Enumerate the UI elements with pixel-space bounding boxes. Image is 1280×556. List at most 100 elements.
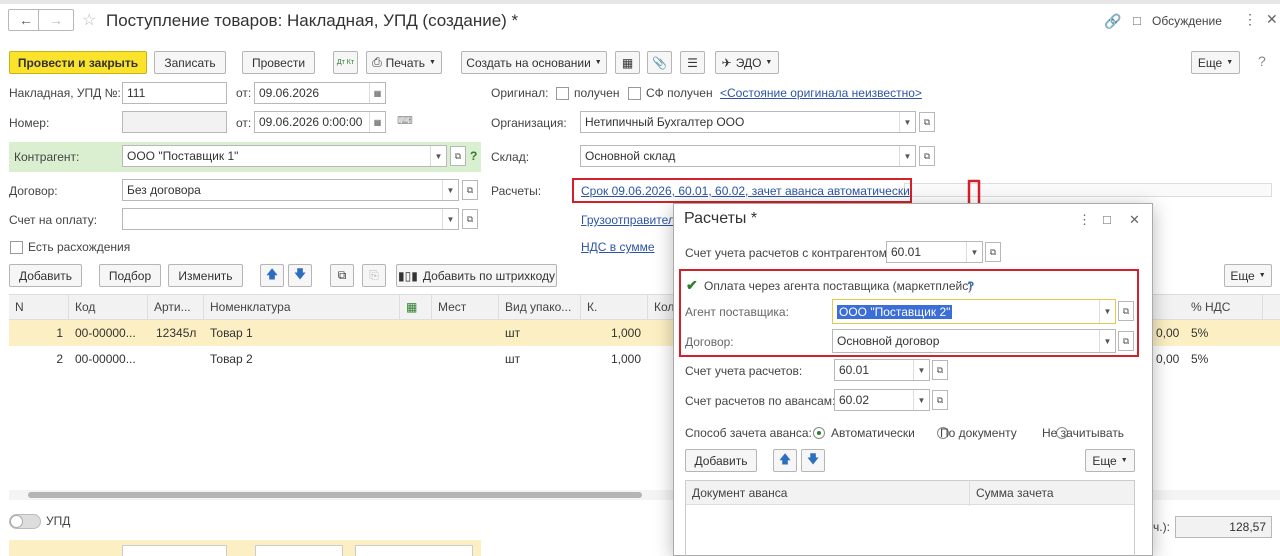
close-icon[interactable]: ✕ xyxy=(1129,212,1140,228)
calendar-icon[interactable]: ▦ xyxy=(369,112,385,132)
chevron-down-icon[interactable]: ▼ xyxy=(1099,330,1115,352)
add-row-button[interactable]: Добавить xyxy=(9,264,82,287)
agent-checkbox[interactable]: ✔ xyxy=(686,277,698,294)
chevron-down-icon[interactable]: ▼ xyxy=(966,242,982,262)
column-header-k[interactable]: К. xyxy=(581,294,648,320)
open-icon[interactable]: ⧉ xyxy=(462,180,478,200)
chevron-down-icon[interactable]: ▼ xyxy=(1099,300,1115,323)
column-header-icon[interactable]: ▦ xyxy=(400,294,432,320)
column-header-offset-sum[interactable]: Сумма зачета xyxy=(970,480,1134,506)
settlements-link[interactable]: Срок 09.06.2026, 60.01, 60.02, зачет ава… xyxy=(581,184,910,198)
edit-button[interactable]: Изменить xyxy=(168,264,243,287)
open-icon[interactable]: ⧉ xyxy=(1118,301,1134,321)
open-icon[interactable]: ⧉ xyxy=(985,242,1001,262)
move-down-icon[interactable]: 🡇 xyxy=(801,449,825,472)
open-icon[interactable]: ⧉ xyxy=(932,390,948,410)
maximize-icon[interactable]: □ xyxy=(1103,212,1111,227)
column-header-nomenclature[interactable]: Номенклатура xyxy=(204,294,400,320)
bottom-field[interactable] xyxy=(122,545,227,556)
column-header-places[interactable]: Мест xyxy=(432,294,499,320)
bottom-field[interactable] xyxy=(255,545,343,556)
edo-button[interactable]: ✈ ЭДО ▼ xyxy=(715,51,779,74)
star-icon[interactable]: ☆ xyxy=(82,10,96,30)
move-down-icon[interactable]: 🡇 xyxy=(288,264,312,287)
structure-icon[interactable]: ▦ xyxy=(615,51,640,74)
number-date-field[interactable]: 09.06.2026 0:00:00 ▦ xyxy=(254,111,386,133)
link-icon[interactable]: 🔗 xyxy=(1104,13,1121,30)
cell-name: Товар 1 xyxy=(210,326,253,340)
organization-field[interactable]: Нетипичный Бухгалтер ООО ▼ xyxy=(580,111,916,133)
settle-account-field[interactable]: 60.01 ▼ xyxy=(834,359,930,381)
attachment-icon[interactable]: 📎 xyxy=(647,51,672,74)
scrollbar-thumb[interactable] xyxy=(28,492,642,498)
move-up-icon[interactable]: 🡅 xyxy=(773,449,797,472)
discussion-link[interactable]: Обсуждение xyxy=(1152,14,1222,28)
help-icon[interactable]: ? xyxy=(470,149,477,163)
save-button[interactable]: Записать xyxy=(154,51,226,74)
number-field[interactable] xyxy=(122,111,227,133)
column-header-advance-doc[interactable]: Документ аванса xyxy=(686,480,970,506)
document-list-icon[interactable]: ☰ xyxy=(680,51,705,74)
column-header-n[interactable]: N xyxy=(9,294,69,320)
open-icon[interactable]: ⧉ xyxy=(919,146,935,166)
open-icon[interactable]: ⧉ xyxy=(932,360,948,380)
counterparty-field[interactable]: ООО "Поставщик 1" ▼ xyxy=(122,145,447,167)
invoice-number-field[interactable]: 111 xyxy=(122,82,227,104)
menu-dots-icon[interactable]: ⋮ xyxy=(1078,212,1091,228)
vat-link[interactable]: НДС в сумме xyxy=(581,240,655,254)
create-based-button[interactable]: Создать на основании ▼ xyxy=(461,51,607,74)
consignor-link[interactable]: Грузоотправител xyxy=(581,213,675,227)
advance-account-field[interactable]: 60.02 ▼ xyxy=(834,389,930,411)
table-more-button[interactable]: Еще ▼ xyxy=(1224,264,1272,287)
add-by-barcode-button[interactable]: ▮▯▮ Добавить по штрихкоду xyxy=(396,264,557,287)
pay-account-field[interactable]: ▼ xyxy=(122,208,459,230)
open-icon[interactable]: ⧉ xyxy=(450,146,466,166)
chevron-down-icon[interactable]: ▼ xyxy=(442,209,458,229)
forward-button[interactable]: → xyxy=(38,9,74,31)
close-icon[interactable]: ✕ xyxy=(1266,11,1278,28)
chevron-down-icon[interactable]: ▼ xyxy=(899,112,915,132)
print-button[interactable]: ⎙ Печать ▼ xyxy=(366,51,442,74)
calendar-icon[interactable]: ▦ xyxy=(369,83,385,103)
move-up-icon[interactable]: 🡅 xyxy=(260,264,284,287)
modal-contract-field[interactable]: Основной договор ▼ xyxy=(832,329,1116,353)
account-field[interactable]: 60.01 ▼ xyxy=(886,241,983,263)
column-header-vat[interactable]: % НДС xyxy=(1185,294,1263,320)
column-header-pack[interactable]: Вид упако... xyxy=(499,294,581,320)
column-header-article[interactable]: Арти... xyxy=(148,294,204,320)
chevron-down-icon[interactable]: ▼ xyxy=(442,180,458,200)
chevron-down-icon[interactable]: ▼ xyxy=(913,390,929,410)
warehouse-field[interactable]: Основной склад ▼ xyxy=(580,145,916,167)
open-icon[interactable]: ⧉ xyxy=(919,112,935,132)
chevron-down-icon[interactable]: ▼ xyxy=(430,146,446,166)
more-button[interactable]: Еще ▼ xyxy=(1191,51,1240,74)
invoice-date-field[interactable]: 09.06.2026 ▦ xyxy=(254,82,386,104)
help-icon[interactable]: ? xyxy=(1258,53,1266,69)
post-button[interactable]: Провести xyxy=(242,51,315,74)
bottom-field[interactable] xyxy=(355,545,473,556)
post-and-close-button[interactable]: Провести и закрыть xyxy=(9,51,147,74)
dtkt-icon[interactable]: Дт Кт xyxy=(333,51,358,74)
discussion-icon[interactable]: □ xyxy=(1133,13,1141,28)
open-icon[interactable]: ⧉ xyxy=(462,209,478,229)
agent-field[interactable]: ООО "Поставщик 2" ▼ xyxy=(832,299,1116,324)
original-received-checkbox[interactable] xyxy=(556,87,569,100)
modal-add-button[interactable]: Добавить xyxy=(685,449,757,472)
sf-received-checkbox[interactable] xyxy=(628,87,641,100)
keyboard-icon[interactable]: ⌨ xyxy=(397,114,413,127)
paste-icon[interactable]: ⎘ xyxy=(362,264,386,287)
modal-more-button[interactable]: Еще ▼ xyxy=(1085,449,1135,472)
column-header-code[interactable]: Код xyxy=(69,294,148,320)
help-icon[interactable]: ? xyxy=(967,279,974,293)
contract-field[interactable]: Без договора ▼ xyxy=(122,179,459,201)
menu-dots-icon[interactable]: ⋮ xyxy=(1243,11,1257,28)
chevron-down-icon[interactable]: ▼ xyxy=(899,146,915,166)
open-icon[interactable]: ⧉ xyxy=(1118,331,1134,351)
copy-icon[interactable]: ⧉ xyxy=(330,264,354,287)
pick-button[interactable]: Подбор xyxy=(99,264,161,287)
chevron-down-icon[interactable]: ▼ xyxy=(913,360,929,380)
cell-vat: 5% xyxy=(1191,352,1209,366)
discrepancy-checkbox[interactable] xyxy=(10,241,23,254)
original-state-link[interactable]: <Состояние оригинала неизвестно> xyxy=(720,86,922,100)
offset-radio-auto[interactable] xyxy=(813,427,825,439)
